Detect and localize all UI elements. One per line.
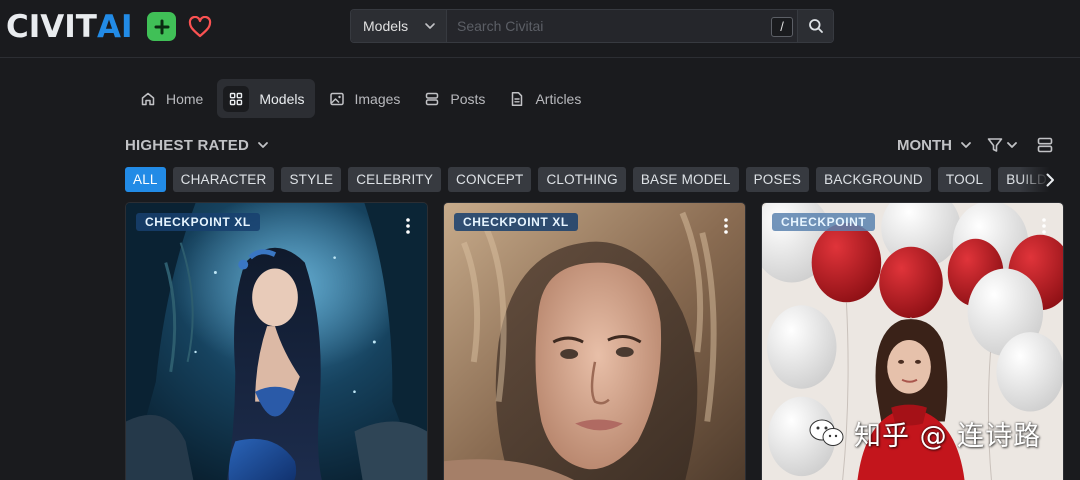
chip-background[interactable]: BACKGROUND <box>816 167 931 192</box>
chip-poses[interactable]: POSES <box>745 167 810 192</box>
sort-label: HIGHEST RATED <box>125 136 249 154</box>
category-chips: ALL CHARACTER STYLE CELEBRITY CONCEPT CL… <box>125 167 1060 193</box>
favorites-button[interactable] <box>185 12 214 41</box>
chip-tool[interactable]: TOOL <box>937 167 992 192</box>
dots-vertical-icon <box>724 218 728 234</box>
view-controls: MONTH <box>897 133 1054 157</box>
grid-icon <box>230 92 243 105</box>
nav-icon-box <box>223 85 250 112</box>
nav-item-models[interactable]: Models <box>217 79 315 118</box>
card-menu-button[interactable] <box>1039 217 1049 235</box>
chevron-down-icon <box>425 23 435 29</box>
watermark-text: 知乎 @ 连诗路 <box>854 420 1042 452</box>
image-icon <box>329 92 344 105</box>
chevron-down-icon <box>258 142 268 148</box>
create-button[interactable] <box>147 12 176 41</box>
filter-icon <box>987 138 1003 152</box>
main-nav: Home Models Images Posts Articles <box>130 79 591 118</box>
card-menu-button[interactable] <box>721 217 731 235</box>
sort-select[interactable]: HIGHEST RATED <box>125 135 269 155</box>
nav-item-articles[interactable]: Articles <box>499 79 591 118</box>
search-bar: Models / <box>350 9 834 43</box>
logo-part-2: AI <box>96 8 133 45</box>
nav-item-label: Home <box>166 90 204 107</box>
period-label: MONTH <box>897 136 952 154</box>
chevron-down-icon <box>1007 142 1017 148</box>
logo-part-1: CIVIT <box>6 8 97 45</box>
chevron-down-icon <box>961 142 971 148</box>
nav-item-label: Articles <box>535 90 582 107</box>
chip-clothing[interactable]: CLOTHING <box>538 167 626 192</box>
chip-style[interactable]: STYLE <box>281 167 342 192</box>
wechat-icon <box>809 419 844 446</box>
card-image <box>444 203 745 480</box>
dots-vertical-icon <box>1042 218 1046 234</box>
civitai-logo[interactable]: CIVIT AI <box>6 7 133 47</box>
header: CIVITAI Models / <box>0 0 1080 58</box>
home-icon <box>141 92 155 105</box>
heart-icon <box>188 15 211 37</box>
search-type-select[interactable]: Models <box>351 10 447 42</box>
nav-item-posts[interactable]: Posts <box>414 79 495 118</box>
card-image <box>126 203 427 480</box>
nav-item-label: Images <box>354 90 401 107</box>
chip-concept[interactable]: CONCEPT <box>448 167 532 192</box>
chevron-right-icon <box>1046 173 1054 187</box>
model-type-badge: CHECKPOINT XL <box>454 213 578 231</box>
card-menu-button[interactable] <box>403 217 413 235</box>
model-card[interactable]: CHECKPOINT XL <box>125 202 428 480</box>
article-icon <box>512 91 523 106</box>
search-type-label: Models <box>363 18 409 34</box>
plus-icon <box>154 19 169 34</box>
chip-character[interactable]: CHARACTER <box>172 167 275 192</box>
chip-base-model[interactable]: BASE MODEL <box>632 167 739 192</box>
search-input[interactable] <box>447 10 797 42</box>
dots-vertical-icon <box>406 218 410 234</box>
chips-scroll-right-button[interactable] <box>1042 170 1058 190</box>
nav-item-home[interactable]: Home <box>130 79 213 118</box>
chip-all[interactable]: ALL <box>125 167 166 192</box>
model-card[interactable]: CHECKPOINT XL <box>443 202 746 480</box>
nav-item-label: Models <box>259 90 305 107</box>
layout-toggle-button[interactable] <box>1036 136 1054 154</box>
app-root: CIVITAI Models / <box>0 0 1080 480</box>
model-type-badge: CHECKPOINT XL <box>136 213 260 231</box>
search-shortcut-key: / <box>771 17 793 37</box>
period-select[interactable]: MONTH <box>897 137 972 154</box>
filter-button[interactable] <box>986 136 1018 154</box>
layout-icon <box>1037 137 1053 153</box>
search-icon <box>808 19 823 33</box>
nav-item-images[interactable]: Images <box>319 79 411 118</box>
chip-celebrity[interactable]: CELEBRITY <box>348 167 442 192</box>
watermark: 知乎 @ 连诗路 <box>808 410 1041 456</box>
search-button[interactable] <box>797 10 833 42</box>
posts-icon <box>426 92 439 105</box>
nav-item-label: Posts <box>450 90 486 107</box>
model-type-badge: CHECKPOINT <box>772 213 876 231</box>
